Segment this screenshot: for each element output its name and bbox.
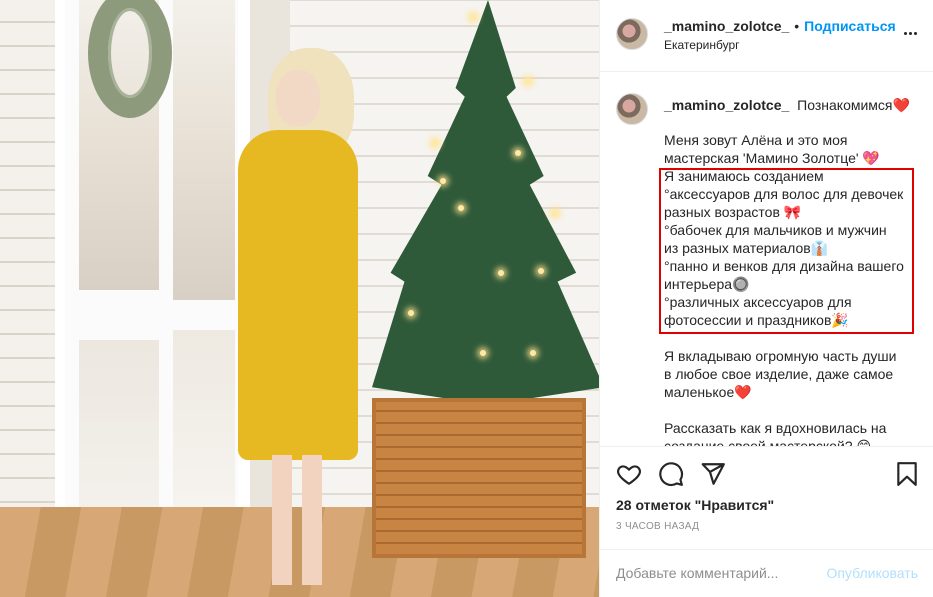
tree-light: [408, 310, 414, 316]
location-link[interactable]: Екатеринбург: [664, 38, 740, 52]
header-user-row: _mamino_zolotce_ • Подписаться: [664, 18, 896, 34]
caption-line: Рассказать как я вдохновилась на: [664, 420, 887, 436]
window-pane: [173, 0, 235, 300]
caption-username-link[interactable]: _mamino_zolotce_: [664, 97, 789, 113]
instagram-post: _mamino_zolotce_ • Подписаться Екатеринб…: [0, 0, 933, 597]
caption-line: [664, 401, 924, 419]
tree-light: [515, 150, 521, 156]
bookmark-icon[interactable]: [894, 461, 920, 487]
comment-form: Опубликовать: [600, 549, 933, 597]
caption-first-line: _mamino_zolotce_ Познакомимся❤️: [664, 96, 914, 114]
tree-light: [480, 350, 486, 356]
share-icon[interactable]: [700, 461, 726, 487]
woman-legs: [272, 455, 322, 585]
tree-light: [458, 205, 464, 211]
separator-dot: •: [794, 18, 800, 34]
caption-line: Меня зовут Алёна и это моя: [664, 132, 848, 148]
tree-light: [470, 14, 476, 20]
post-actions: 28 отметок "Нравится" 3 ЧАСОВ НАЗАД Опуб…: [600, 446, 933, 597]
post-photo[interactable]: [0, 0, 599, 597]
publish-button[interactable]: Опубликовать: [826, 565, 918, 581]
avatar[interactable]: [616, 18, 648, 50]
caption-line: создание своей мастерской? 😊: [664, 438, 872, 446]
likes-count[interactable]: 28 отметок "Нравится": [616, 497, 774, 513]
tree-light: [530, 350, 536, 356]
caption-avatar[interactable]: [616, 93, 648, 125]
caption-line: мастерская 'Мамино Золотце' 💖: [664, 150, 880, 166]
tree-light: [538, 268, 544, 274]
wooden-crate: [372, 398, 586, 558]
caption-line: маленькое❤️: [664, 384, 752, 400]
yellow-dress: [238, 130, 358, 460]
post-sidebar: _mamino_zolotce_ • Подписаться Екатеринб…: [599, 0, 933, 597]
comment-input[interactable]: [616, 565, 816, 581]
tree-light: [432, 140, 438, 146]
tree-light: [525, 78, 531, 84]
username-link[interactable]: _mamino_zolotce_: [664, 18, 789, 34]
follow-button[interactable]: Подписаться: [804, 18, 896, 34]
tree-light: [498, 270, 504, 276]
caption-line: в любое свое изделие, даже самое: [664, 366, 894, 382]
window-pane: [173, 330, 235, 530]
post-header: _mamino_zolotce_ • Подписаться Екатеринб…: [600, 0, 933, 72]
tree-light: [440, 178, 446, 184]
action-icons: [616, 461, 726, 487]
woman-face: [276, 70, 320, 126]
more-options-icon[interactable]: [904, 26, 918, 40]
caption-line: Я вкладываю огромную часть души: [664, 348, 897, 364]
caption-area: _mamino_zolotce_ Познакомимся❤️ Меня зов…: [600, 73, 933, 446]
red-highlight-box: [659, 168, 914, 334]
post-timestamp[interactable]: 3 ЧАСОВ НАЗАД: [616, 521, 699, 532]
comment-icon[interactable]: [658, 461, 684, 487]
tree-light: [552, 210, 558, 216]
heart-icon[interactable]: [616, 461, 642, 487]
caption-intro-text: Познакомимся❤️: [797, 97, 910, 113]
